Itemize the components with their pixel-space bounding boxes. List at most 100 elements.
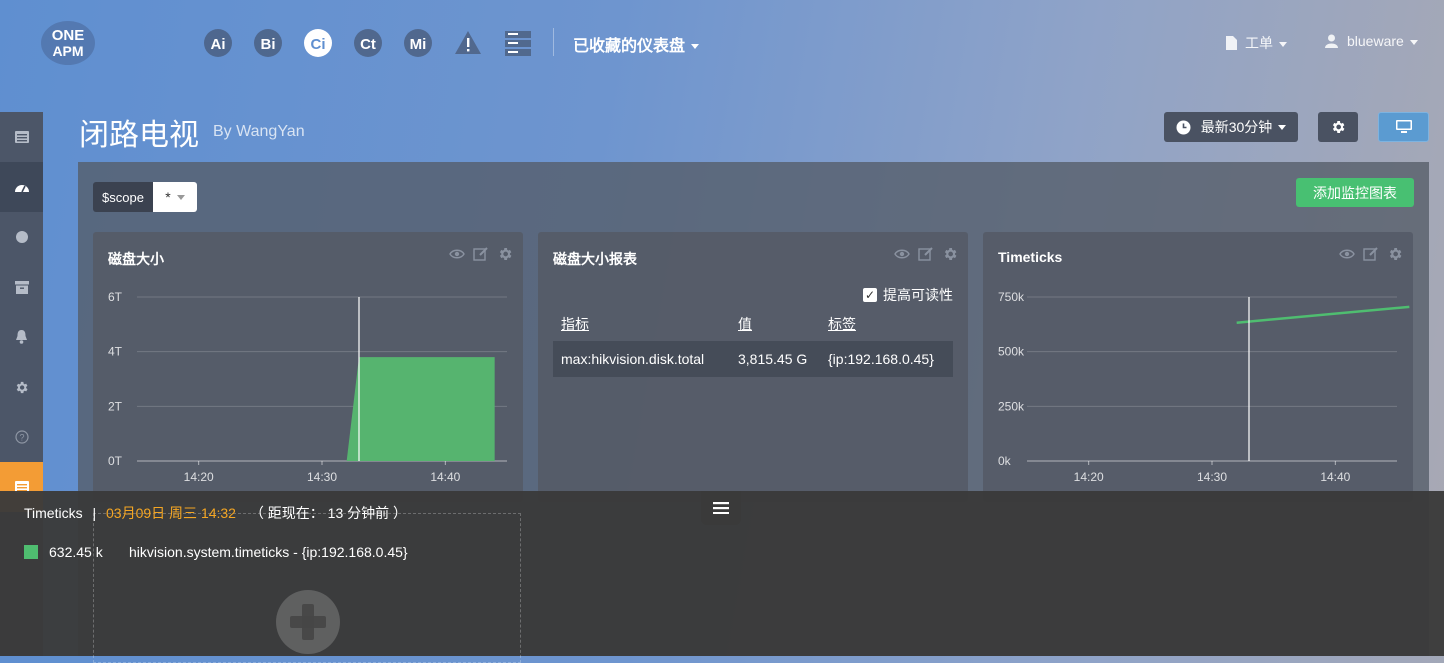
table-cell-value: 3,815.45 G [738, 351, 808, 367]
tooltip-series-row: 632.45 k hikvision.system.timeticks - {i… [24, 544, 408, 560]
column-header-tags[interactable]: 标签 [828, 314, 856, 334]
y-tick-label: 6T [108, 290, 123, 304]
disk-size-chart[interactable]: 0T 2T 4T 6T 14:20 14:30 14:40 [93, 232, 523, 502]
svg-text:?: ? [19, 433, 24, 443]
panel-timeticks: Timeticks 0k 250k 500k 750k 14:20 14:30 14:40 [983, 232, 1413, 502]
alert-icon[interactable] [453, 28, 483, 58]
workorder-label: 工单 [1245, 35, 1273, 51]
dashboard-gauge-icon [14, 185, 29, 193]
x-tick-label: 14:30 [307, 470, 337, 484]
eye-icon[interactable] [894, 246, 910, 262]
sidebar-item-alerts[interactable] [0, 312, 43, 362]
y-tick-label: 4T [108, 345, 123, 359]
x-tick-label: 14:40 [1320, 470, 1350, 484]
chevron-down-icon [691, 44, 700, 50]
panel-title: 磁盘大小报表 [553, 251, 637, 267]
time-range-label: 最新30分钟 [1200, 119, 1273, 135]
table-cell-metric: max:hikvision.disk.total [561, 351, 705, 367]
mi-icon[interactable]: Mi [403, 28, 433, 58]
sidebar-item-settings[interactable] [0, 362, 43, 412]
app-label: Ai [211, 36, 226, 53]
gear-icon [16, 381, 28, 393]
clock-icon [1176, 120, 1191, 134]
app-label: Bi [261, 36, 276, 53]
gear-icon [1332, 121, 1345, 133]
scope-label: $scope [93, 182, 153, 212]
readability-label: 提高可读性 [883, 287, 953, 303]
y-tick-label: 0T [108, 454, 123, 468]
sidebar-item-list[interactable] [0, 112, 43, 162]
tooltip-header: Timeticks | 03月09日 周三 14:32 （ 距现在： 13 分钟… [24, 503, 407, 523]
app-label: Ci [311, 36, 326, 53]
y-tick-label: 2T [108, 399, 123, 413]
app-label: Mi [410, 36, 427, 53]
chevron-down-icon [1278, 124, 1287, 130]
monitor-icon [1395, 120, 1412, 133]
server-list-icon[interactable] [503, 28, 533, 58]
list-icon [14, 131, 29, 143]
chevron-down-icon [1409, 39, 1418, 45]
series-color-swatch [24, 545, 38, 559]
sidebar-item-archive[interactable] [0, 262, 43, 312]
tooltip-value: 632.45 k [49, 544, 103, 560]
tv-mode-button[interactable] [1378, 112, 1429, 142]
tooltip-metric: Timeticks [24, 505, 83, 521]
table-cell-tags: {ip:192.168.0.45} [828, 351, 934, 367]
timeticks-chart[interactable]: 0k 250k 500k 750k 14:20 14:30 14:40 [983, 232, 1413, 502]
drawer-toggle-button[interactable] [701, 491, 741, 525]
edit-icon[interactable] [918, 246, 934, 262]
help-icon: ? [14, 430, 29, 444]
sidebar-item-status[interactable] [0, 212, 43, 262]
circle-icon [15, 231, 28, 243]
series-area [346, 357, 495, 461]
sidebar-item-dashboard[interactable] [0, 162, 43, 212]
ai-icon[interactable]: Ai [203, 28, 233, 58]
y-tick-label: 0k [998, 454, 1012, 468]
tooltip-date: 03月09日 周三 14:32 [106, 505, 236, 521]
nav-divider [553, 28, 554, 56]
user-icon [1325, 34, 1338, 48]
tooltip-series-label: hikvision.system.timeticks - {ip:192.168… [129, 544, 408, 560]
favorites-dropdown[interactable]: 已收藏的仪表盘 [573, 32, 700, 56]
panel-disk-size: 磁盘大小 0T 2T 4T 6T 14:20 14:30 14:40 [93, 232, 523, 502]
time-range-button[interactable]: 最新30分钟 [1164, 112, 1298, 142]
column-header-metric[interactable]: 指标 [561, 314, 589, 334]
bell-icon [16, 330, 27, 344]
bi-icon[interactable]: Bi [253, 28, 283, 58]
ct-icon[interactable]: Ct [353, 28, 383, 58]
panel-tools [894, 246, 958, 262]
page-title: 闭路电视 [79, 119, 199, 152]
user-menu[interactable]: blueware [1325, 33, 1418, 49]
tooltip-ago: （ 距现在： 13 分钟前 ） [249, 505, 408, 521]
ci-icon[interactable]: Ci [303, 28, 333, 58]
favorites-label: 已收藏的仪表盘 [573, 38, 686, 55]
dashboard-settings-button[interactable] [1318, 112, 1358, 142]
add-panel-plus-icon[interactable] [276, 590, 340, 654]
x-tick-label: 14:40 [430, 470, 460, 484]
add-chart-button[interactable]: 添加监控图表 [1296, 178, 1414, 207]
gear-icon[interactable] [942, 246, 958, 262]
checkmark-icon: ✓ [863, 288, 877, 302]
hamburger-icon [713, 502, 729, 514]
x-tick-label: 14:20 [1074, 470, 1104, 484]
page-author: By WangYan [213, 123, 305, 140]
column-header-value[interactable]: 值 [738, 314, 752, 334]
scope-select[interactable]: * [153, 182, 197, 212]
tooltip-separator: | [92, 505, 97, 521]
readability-checkbox[interactable]: ✓ 提高可读性 [863, 285, 953, 305]
document-icon [1226, 36, 1237, 50]
logo-bottom-text: APM [52, 43, 83, 59]
sidebar-item-help[interactable]: ? [0, 412, 43, 462]
chevron-down-icon [1279, 41, 1287, 47]
y-tick-label: 500k [998, 345, 1025, 359]
x-tick-label: 14:20 [184, 470, 214, 484]
chevron-down-icon [176, 194, 185, 200]
user-label: blueware [1347, 33, 1404, 49]
x-tick-label: 14:30 [1197, 470, 1227, 484]
workorder-menu[interactable]: 工单 [1225, 33, 1287, 53]
oneapm-logo[interactable]: ONE APM [40, 20, 96, 66]
logo-top-text: ONE [52, 27, 85, 44]
table-row: max:hikvision.disk.total 3,815.45 G {ip:… [553, 341, 953, 377]
panel-disk-table: 磁盘大小报表 ✓ 提高可读性 指标 值 标签 max:hikvision.dis… [538, 232, 968, 502]
y-tick-label: 250k [998, 399, 1025, 413]
